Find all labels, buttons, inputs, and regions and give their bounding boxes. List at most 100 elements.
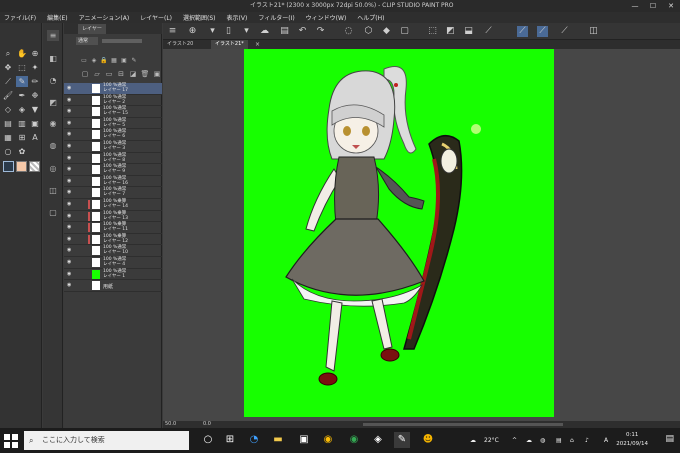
tray-cloud-icon[interactable]: ☁ — [526, 428, 532, 453]
drawing-canvas[interactable] — [244, 49, 554, 417]
deselect-icon[interactable]: ⬚ — [427, 26, 438, 37]
tray-chevron-icon[interactable]: ^ — [512, 428, 517, 453]
notification-icon[interactable]: ▤ — [665, 434, 674, 444]
menu-filter[interactable]: フィルター(I) — [258, 13, 294, 22]
chrome-icon[interactable]: ◉ — [320, 432, 336, 448]
move-icon[interactable]: ✥ — [2, 62, 14, 73]
layer-row[interactable]: ◉ 100 %通常 レイヤー 9 — [64, 164, 162, 176]
clip-studio-icon[interactable]: ✎ — [394, 432, 410, 448]
visibility-eye-icon[interactable]: ◉ — [67, 167, 73, 172]
tab-illust20[interactable]: イラスト20 — [163, 40, 197, 49]
visibility-eye-icon[interactable]: ◉ — [67, 259, 73, 264]
transform-icon[interactable]: ▢ — [399, 26, 410, 37]
snap-special-icon[interactable]: ⟋ — [537, 26, 548, 37]
lock-alpha-icon[interactable]: ▦ — [110, 57, 118, 65]
delete-layer-icon[interactable]: 🗑 — [140, 69, 150, 79]
folder-icon[interactable]: ▤ — [279, 26, 290, 37]
color-picker-icon[interactable]: ⊕ — [29, 48, 41, 59]
layer-row[interactable]: ◉ 100 %通常 レイヤー 16 — [64, 176, 162, 188]
edge-icon[interactable]: ◔ — [246, 432, 262, 448]
menu-animation[interactable]: アニメーション(A) — [79, 13, 130, 22]
layer-row[interactable]: ◉ 100 %通常 レイヤー 4 — [64, 257, 162, 269]
menu-view[interactable]: 表示(V) — [227, 13, 248, 22]
brush-icon[interactable]: 🖌 — [2, 90, 14, 101]
lock-icon[interactable]: 🔒 — [100, 57, 108, 65]
nav-icon-2[interactable]: ◔ — [47, 75, 59, 86]
lasso-icon[interactable]: ○ — [2, 146, 14, 157]
expand-icon[interactable]: ⬓ — [463, 26, 474, 37]
eyedropper-icon[interactable]: ⟋ — [2, 76, 14, 87]
panel-menu-icon[interactable]: ≡ — [47, 30, 59, 41]
visibility-eye-icon[interactable]: ◉ — [67, 271, 73, 276]
new-folder-icon[interactable]: ▭ — [104, 69, 114, 79]
menu-selection[interactable]: 選択範囲(S) — [183, 13, 216, 22]
chrome2-icon[interactable]: ◉ — [346, 432, 362, 448]
save-icon[interactable]: ▾ — [241, 26, 252, 37]
fill-sel-icon[interactable]: ◆ — [381, 26, 392, 37]
ime-indicator[interactable]: A — [604, 428, 608, 453]
visibility-eye-icon[interactable]: ◉ — [67, 248, 73, 253]
extra-app-icon[interactable]: ☻ — [420, 432, 436, 448]
nav-icon-3[interactable]: ◩ — [47, 97, 59, 108]
menu-edit[interactable]: 編集(E) — [47, 13, 67, 22]
magic-wand-icon[interactable]: ✦ — [29, 62, 41, 73]
zoom-icon[interactable]: ⌕ — [2, 48, 14, 59]
visibility-eye-icon[interactable]: ◉ — [67, 190, 73, 195]
layer-row[interactable]: ◉ 100 %通常 レイヤー 10 — [64, 245, 162, 257]
visibility-eye-icon[interactable]: ◉ — [67, 283, 73, 288]
blend-mode-select[interactable]: 通常 — [76, 37, 98, 45]
store-icon[interactable]: ▣ — [296, 432, 312, 448]
menu-file[interactable]: ファイル(F) — [4, 13, 36, 22]
explorer-icon[interactable]: ▬ — [270, 432, 286, 448]
cloud-icon[interactable]: ☁ — [259, 26, 270, 37]
balloon-icon[interactable]: ⊞ — [16, 132, 28, 143]
correct-line-icon[interactable]: ✿ — [16, 146, 28, 157]
menu-window[interactable]: ウィンドウ(W) — [306, 13, 347, 22]
zoom-readout[interactable]: 50.0 — [165, 421, 176, 428]
angle-readout[interactable]: 0.0 — [203, 421, 211, 428]
visibility-eye-icon[interactable]: ◉ — [67, 225, 73, 230]
network-icon[interactable]: ⌂ — [570, 428, 574, 453]
blend-icon[interactable]: ◈ — [16, 104, 28, 115]
menu-icon[interactable]: ≡ — [167, 26, 178, 37]
select-icon[interactable]: ⬚ — [16, 62, 28, 73]
mask-icon[interactable]: ▣ — [120, 57, 128, 65]
nav-icon-8[interactable]: ▢ — [47, 207, 59, 218]
close-button[interactable]: ✕ — [662, 0, 680, 12]
transparent-color-swatch[interactable] — [29, 161, 40, 172]
layer-row[interactable]: ◉ 100 %通常 レイヤー 5 — [64, 118, 162, 130]
taskbar-search-input[interactable]: ⌕ ここに入力して検索 — [24, 431, 189, 450]
file-icon[interactable]: ▯ — [223, 26, 234, 37]
canvas-viewport[interactable] — [163, 49, 680, 421]
system-clock[interactable]: 0:11 2021/09/14 — [616, 431, 648, 449]
undo-icon[interactable]: ↶ — [297, 26, 308, 37]
new-vector-icon[interactable]: ▱ — [92, 69, 102, 79]
windows-start-icon[interactable] — [4, 434, 18, 448]
merge-icon[interactable]: ⊟ — [116, 69, 126, 79]
weather-icon[interactable]: ☁ — [470, 428, 476, 453]
layer-settings-icon[interactable]: ▣ — [152, 69, 162, 79]
visibility-eye-icon[interactable]: ◉ — [67, 155, 73, 160]
mask-add-icon[interactable]: ◪ — [128, 69, 138, 79]
draft-icon[interactable]: ✎ — [130, 57, 138, 65]
layer-row[interactable]: ◉ 用紙 — [64, 280, 162, 292]
snap-ruler-icon[interactable]: ⟋ — [517, 26, 528, 37]
tab-illust21[interactable]: イラスト21* — [211, 40, 248, 49]
visibility-eye-icon[interactable]: ◉ — [67, 213, 73, 218]
visibility-eye-icon[interactable]: ◉ — [67, 120, 73, 125]
redo-icon[interactable]: ↷ — [315, 26, 326, 37]
close-tab-icon[interactable]: × — [255, 40, 260, 49]
visibility-eye-icon[interactable]: ◉ — [67, 178, 73, 183]
menu-layer[interactable]: レイヤー(L) — [140, 13, 172, 22]
gradient-icon[interactable]: ▤ — [2, 118, 14, 129]
layer-row[interactable]: ◉ 100 %乗算 レイヤー 14 — [64, 199, 162, 211]
hand-icon[interactable]: ✋ — [16, 48, 28, 59]
clip-icon[interactable]: ▭ — [80, 57, 88, 65]
layer-row[interactable]: ◉ 100 %乗算 レイヤー 13 — [64, 211, 162, 223]
layer-row[interactable]: ◉ 100 %通常 レイヤー 8 — [64, 153, 162, 165]
layer-row[interactable]: ◉ 100 %乗算 レイヤー 11 — [64, 222, 162, 234]
clear-icon[interactable]: ◌ — [343, 26, 354, 37]
visibility-eye-icon[interactable]: ◉ — [67, 109, 73, 114]
shape-icon[interactable]: ▥ — [16, 118, 28, 129]
app-icon[interactable]: ◈ — [370, 432, 386, 448]
